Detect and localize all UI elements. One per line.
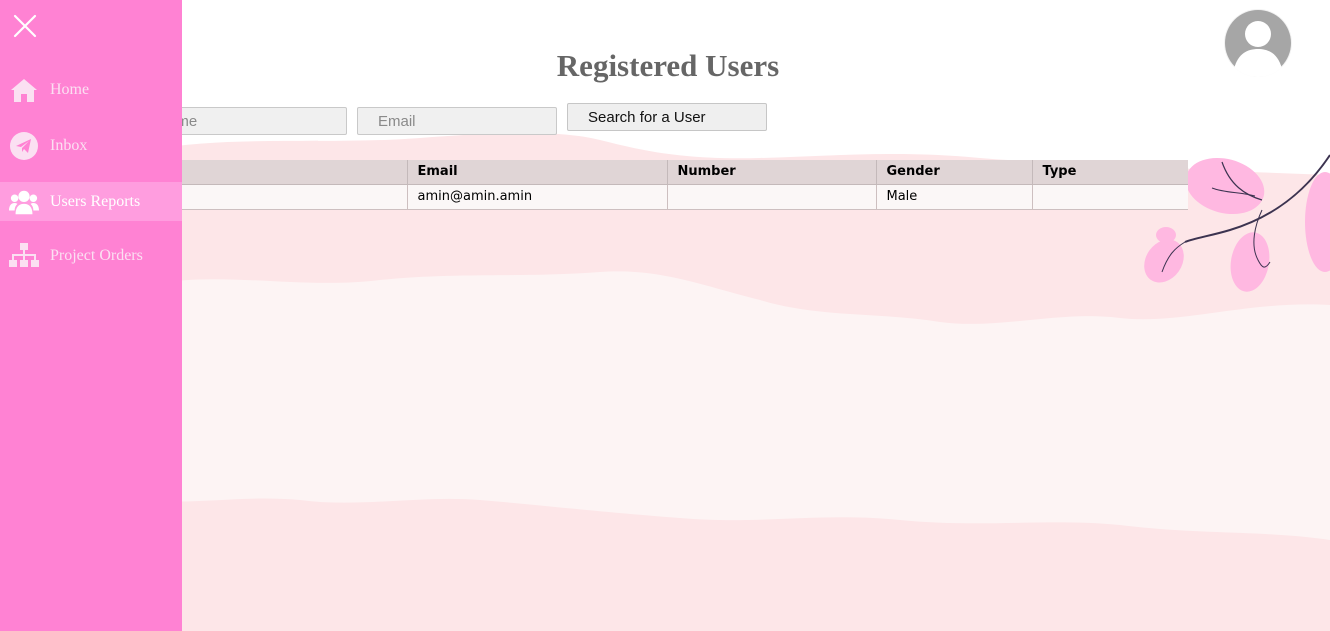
cell-type xyxy=(1032,184,1188,210)
sidebar: Home Inbox Users Reports Project Orders xyxy=(0,0,182,631)
table-row[interactable]: n amin@amin.amin Male xyxy=(147,184,1188,210)
column-header-type[interactable]: Type xyxy=(1032,160,1188,185)
sitemap-icon xyxy=(9,241,39,271)
sidebar-item-inbox[interactable]: Inbox xyxy=(0,126,182,165)
email-search-input[interactable] xyxy=(357,107,557,135)
search-user-button[interactable]: Search for a User xyxy=(567,103,767,131)
users-icon xyxy=(9,187,39,217)
cell-gender: Male xyxy=(876,184,1033,210)
sidebar-item-label: Home xyxy=(50,80,90,98)
column-header-email[interactable]: Email xyxy=(407,160,668,185)
column-header-name[interactable]: ne xyxy=(147,160,408,185)
table-header-row: ne Email Number Gender Type xyxy=(147,160,1188,185)
column-header-number[interactable]: Number xyxy=(667,160,877,185)
avatar-icon xyxy=(1225,10,1291,77)
sidebar-item-label: Project Orders xyxy=(50,246,143,264)
close-icon xyxy=(13,14,37,38)
users-table: ne Email Number Gender Type n amin@amin.… xyxy=(147,160,1188,210)
cell-number xyxy=(667,184,877,210)
home-icon xyxy=(9,75,39,105)
page-title: Registered Users xyxy=(556,48,780,83)
sidebar-item-users-reports[interactable]: Users Reports xyxy=(0,182,182,221)
cell-email: amin@amin.amin xyxy=(407,184,668,210)
background-decoration xyxy=(150,133,1330,631)
sidebar-item-label: Inbox xyxy=(50,136,88,154)
page: nt o. Registered Users Search for a User… xyxy=(0,0,1330,631)
paper-plane-icon xyxy=(9,131,39,161)
column-header-gender[interactable]: Gender xyxy=(876,160,1033,185)
user-avatar[interactable] xyxy=(1224,9,1292,77)
cell-name: n xyxy=(147,184,408,210)
sidebar-item-project-orders[interactable]: Project Orders xyxy=(0,236,182,275)
close-sidebar-button[interactable] xyxy=(12,13,38,39)
sidebar-item-home[interactable]: Home xyxy=(0,70,182,109)
sidebar-item-label: Users Reports xyxy=(50,192,141,210)
